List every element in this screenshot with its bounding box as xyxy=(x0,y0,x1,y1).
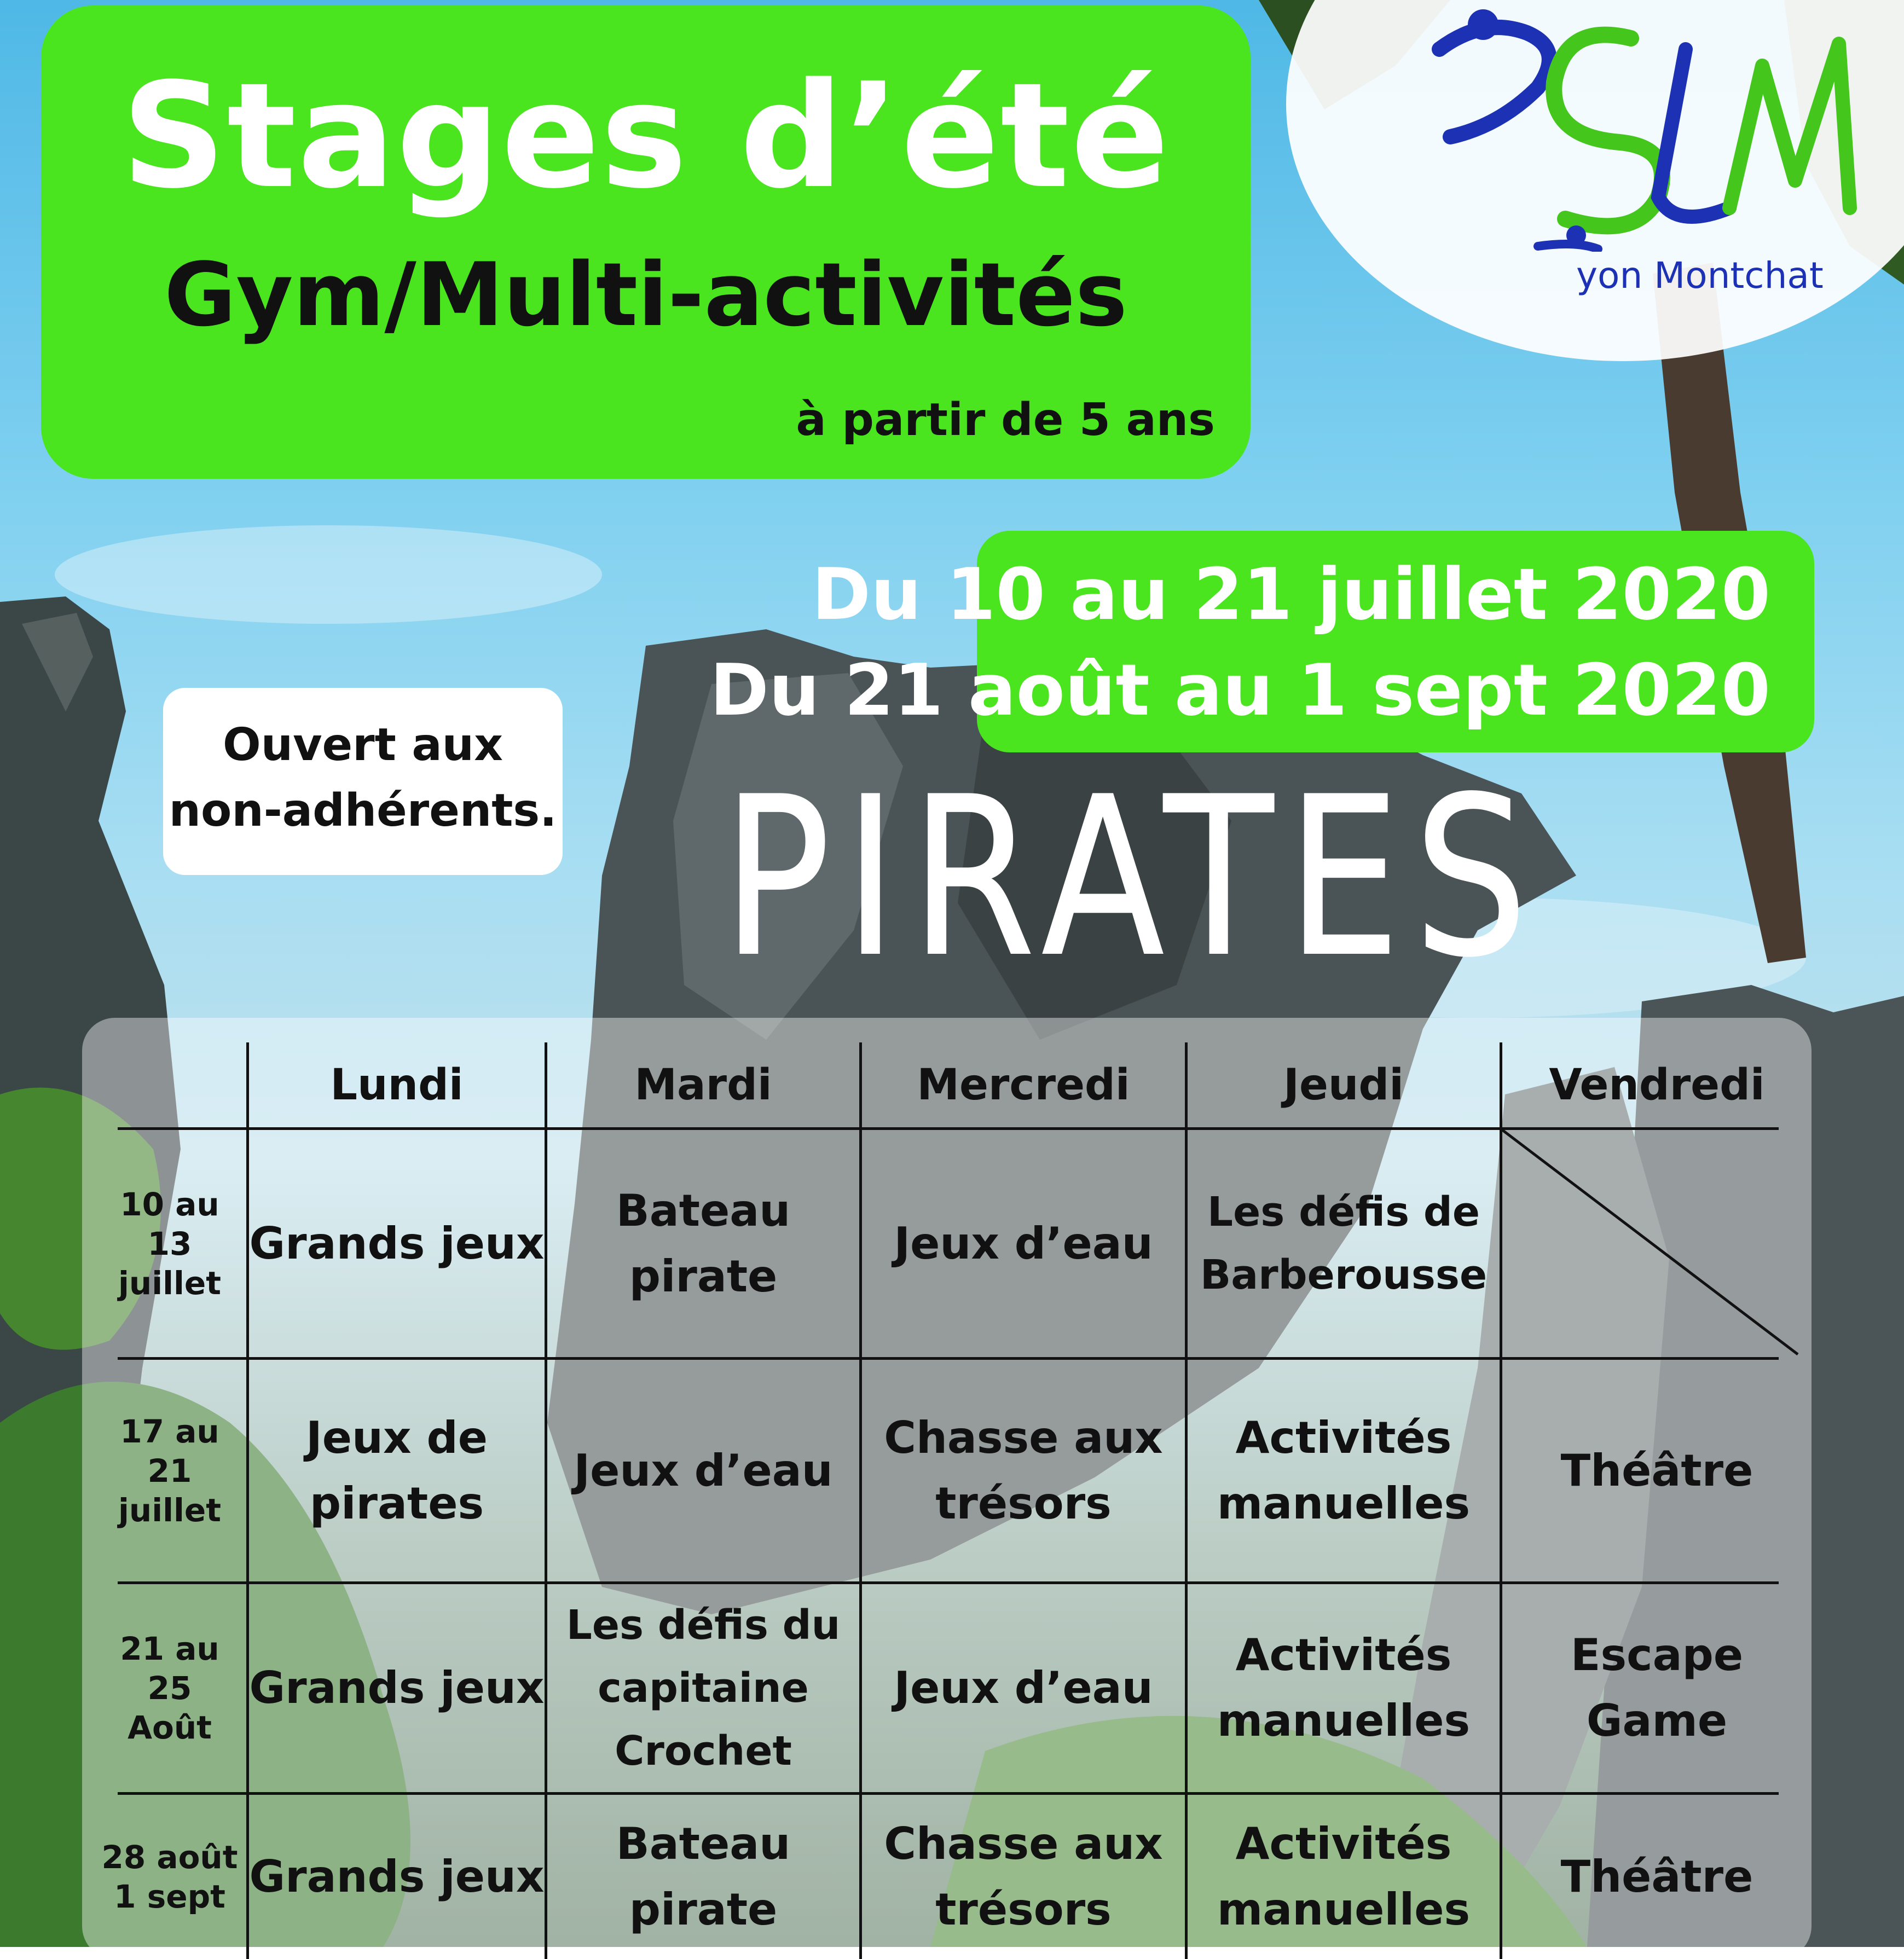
activity-cell: Jeux d’eau xyxy=(574,1445,833,1496)
week-label: 10 au 13 juillet xyxy=(118,1185,221,1302)
activity-cell: Grands jeux xyxy=(249,1218,545,1269)
day-header-vendredi: Vendredi xyxy=(1549,1060,1765,1110)
theme-title: PIRATES xyxy=(722,751,1542,1005)
logo-text: yon Montchat xyxy=(1576,254,1824,297)
day-header-lundi: Lundi xyxy=(330,1060,464,1110)
activity-cell: Chasse aux trésors xyxy=(884,1412,1163,1529)
page-title: Stages d’été xyxy=(121,52,1171,221)
week-label: 21 au 25 Août xyxy=(120,1630,219,1746)
activity-cell: Bateau pirate xyxy=(616,1185,791,1302)
dates-panel: Du 10 au 21 juillet 2020 Du 21 août au 1… xyxy=(710,531,1814,752)
activity-cell: Jeux d’eau xyxy=(894,1218,1153,1269)
day-header-mardi: Mardi xyxy=(634,1060,772,1110)
activity-cell-empty xyxy=(1502,1130,1812,1357)
activity-cell: Grands jeux xyxy=(249,1662,545,1713)
page-subtitle: Gym/Multi-activités xyxy=(164,244,1127,346)
header-panel: Stages d’été Gym/Multi-activités à parti… xyxy=(41,5,1251,479)
open-to-non-members-note: Ouvert aux non-adhérents. xyxy=(163,688,563,875)
open-note-line1: Ouvert aux xyxy=(223,719,503,771)
activity-cell: Jeux d’eau xyxy=(894,1662,1153,1713)
activity-cell: Activités manuelles xyxy=(1217,1412,1471,1529)
activity-cell: Bateau pirate xyxy=(616,1818,791,1935)
open-note-line2: non-adhérents. xyxy=(169,785,557,837)
week-label: 17 au 21 juillet xyxy=(118,1412,221,1529)
activity-cell: Chasse aux trésors xyxy=(884,1818,1163,1935)
activity-cell: Théâtre xyxy=(1560,1445,1753,1496)
date-range-august: Du 21 août au 1 sept 2020 xyxy=(710,648,1770,732)
day-header-jeudi: Jeudi xyxy=(1283,1060,1404,1110)
gsl-montchat-logo xyxy=(1432,9,1857,252)
day-header-mercredi: Mercredi xyxy=(917,1060,1130,1110)
date-range-july: Du 10 au 21 juillet 2020 xyxy=(812,553,1770,636)
activity-cell: Les défis du capitaine Crochet xyxy=(566,1601,841,1775)
activity-cell: Théâtre xyxy=(1560,1851,1753,1902)
week-label: 28 août 1 sept xyxy=(101,1839,238,1915)
activity-cell: Les défis de Barberousse xyxy=(1200,1188,1488,1299)
activity-cell: Jeux de pirates xyxy=(306,1412,488,1529)
activity-cell: Activités manuelles xyxy=(1217,1630,1471,1746)
activity-cell: Grands jeux xyxy=(249,1851,545,1902)
activity-cell: Activités manuelles xyxy=(1217,1818,1471,1935)
age-note: à partir de 5 ans xyxy=(796,394,1215,446)
activity-cell: Escape Game xyxy=(1570,1630,1744,1746)
schedule-table: Lundi Mardi Mercredi Jeudi Vendredi 10 a… xyxy=(82,1018,1812,1959)
